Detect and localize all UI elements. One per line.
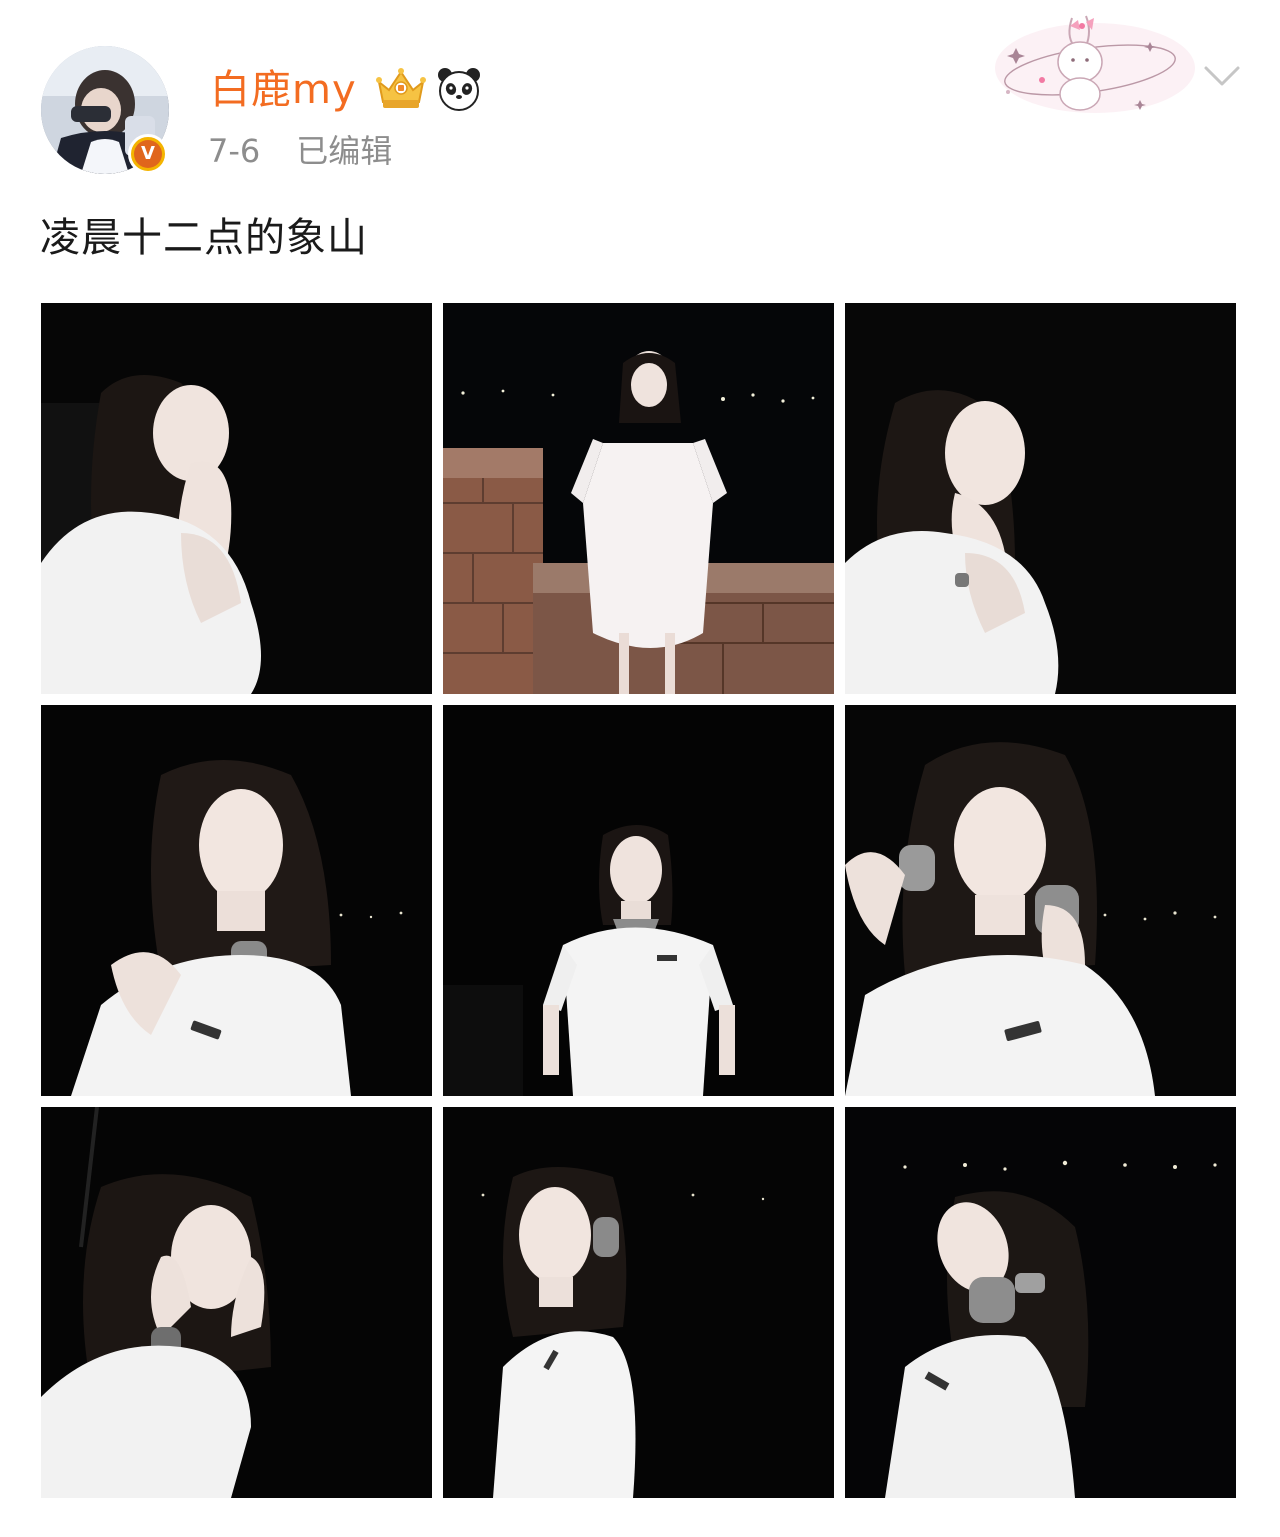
panda-emoji-icon xyxy=(438,68,480,111)
post-meta: 7-6 已编辑 xyxy=(208,128,392,174)
photo-9[interactable] xyxy=(845,1107,1236,1498)
photo-4[interactable] xyxy=(41,705,432,1096)
photo-woman-hands-on-face xyxy=(41,1107,432,1498)
photo-woman-standing-night xyxy=(443,705,834,1096)
photo-7[interactable] xyxy=(41,1107,432,1498)
photo-2[interactable] xyxy=(443,303,834,694)
photo-woman-hand-on-cheek xyxy=(41,303,432,694)
bunny-sticker-decoration xyxy=(995,15,1195,113)
verified-v-icon: V xyxy=(134,140,162,168)
crown-vip-icon[interactable] xyxy=(373,66,429,112)
photo-woman-looking-up-headphones xyxy=(845,1107,1236,1498)
photo-grid xyxy=(41,303,1236,1498)
post-text: 凌晨十二点的象山 xyxy=(40,215,368,261)
photo-woman-headphones-on-neck xyxy=(41,705,432,1096)
photo-woman-holding-headphones xyxy=(845,705,1236,1096)
weibo-post: V 白鹿my 7-6 已编辑 凌晨十二点的象山 xyxy=(0,0,1280,1537)
photo-woman-chin-on-hands xyxy=(845,303,1236,694)
verified-badge: V xyxy=(128,134,168,174)
edited-label[interactable]: 已编辑 xyxy=(296,132,392,170)
photo-3[interactable] xyxy=(845,303,1236,694)
photo-6[interactable] xyxy=(845,705,1236,1096)
photo-8[interactable] xyxy=(443,1107,834,1498)
username[interactable]: 白鹿my xyxy=(210,64,357,116)
post-date[interactable]: 7-6 xyxy=(208,132,260,170)
chevron-down-icon[interactable] xyxy=(1202,58,1242,94)
photo-woman-standing-by-brick-wall xyxy=(443,303,834,694)
photo-woman-eyes-closed-headphones xyxy=(443,1107,834,1498)
photo-5[interactable] xyxy=(443,705,834,1096)
photo-1[interactable] xyxy=(41,303,432,694)
